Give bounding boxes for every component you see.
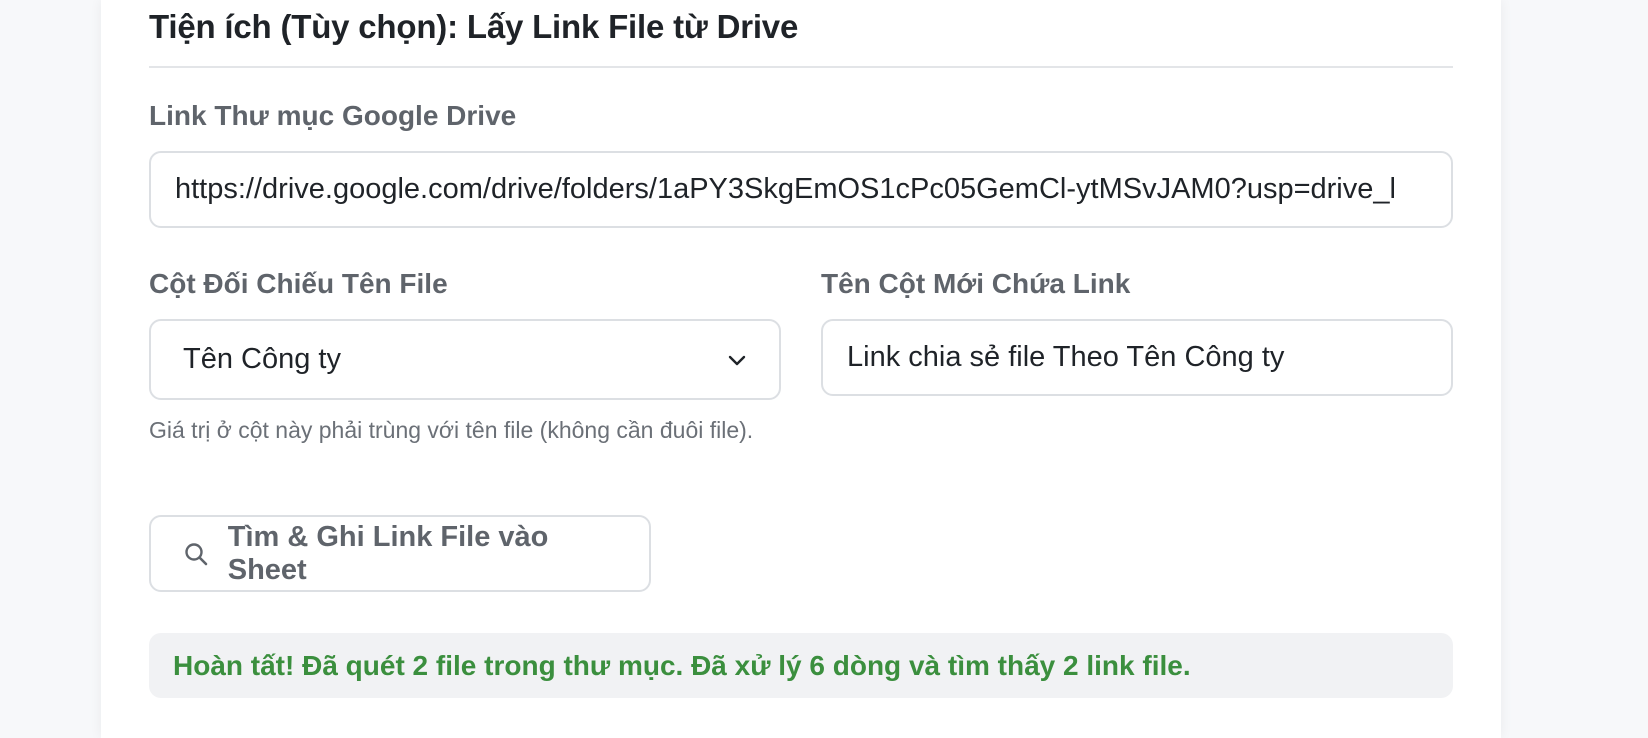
section-divider xyxy=(149,66,1453,68)
match-column-select[interactable]: Tên Công ty xyxy=(149,319,781,400)
search-icon xyxy=(183,540,210,568)
drive-link-card: Tiện ích (Tùy chọn): Lấy Link File từ Dr… xyxy=(101,0,1501,738)
new-column-label: Tên Cột Mới Chứa Link xyxy=(821,268,1131,299)
chevron-down-icon xyxy=(727,350,747,370)
match-column-label: Cột Đối Chiếu Tên File xyxy=(149,268,448,299)
drive-folder-input[interactable] xyxy=(149,151,1453,228)
new-column-input[interactable] xyxy=(821,319,1453,396)
drive-folder-label: Link Thư mục Google Drive xyxy=(149,100,517,131)
section-title: Tiện ích (Tùy chọn): Lấy Link File từ Dr… xyxy=(149,8,799,45)
match-column-selected: Tên Công ty xyxy=(183,343,341,375)
status-message: Hoàn tất! Đã quét 2 file trong thư mục. … xyxy=(149,633,1453,698)
find-write-links-label: Tìm & Ghi Link File vào Sheet xyxy=(227,520,549,586)
find-write-links-button[interactable]: Tìm & Ghi Link File vào Sheet xyxy=(149,515,651,592)
status-text: Hoàn tất! Đã quét 2 file trong thư mục. … xyxy=(173,649,1191,681)
match-column-hint: Giá trị ở cột này phải trùng với tên fil… xyxy=(149,417,754,443)
